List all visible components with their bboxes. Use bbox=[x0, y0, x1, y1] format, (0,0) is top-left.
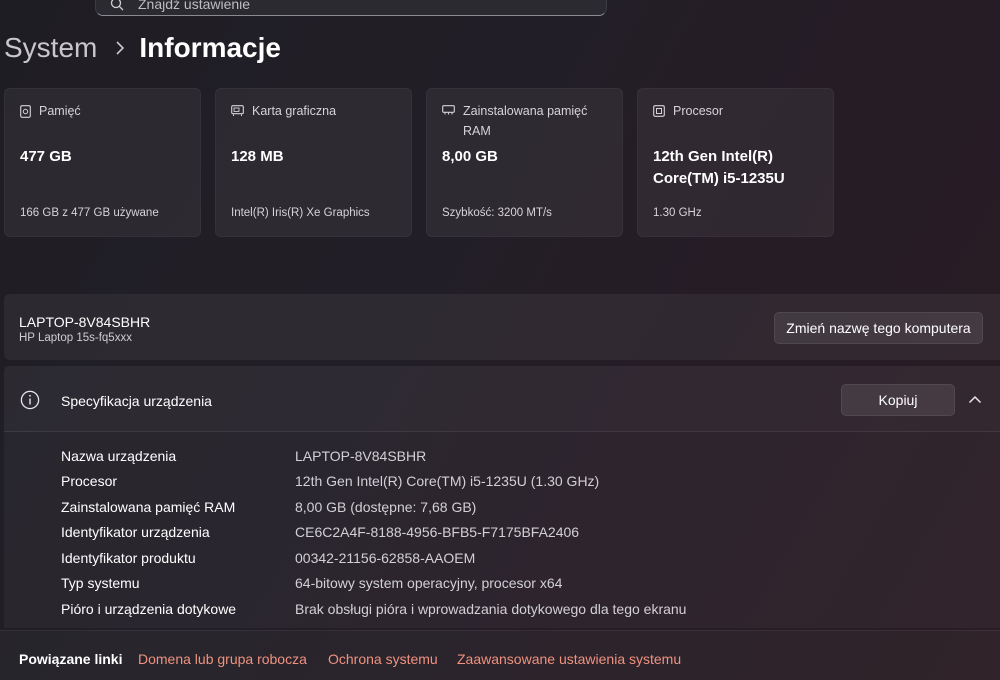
spec-value: 8,00 GB (dostępne: 7,68 GB) bbox=[295, 498, 477, 515]
rename-pc-button[interactable]: Zmień nazwę tego komputera bbox=[774, 312, 983, 344]
spec-key: Identyfikator urządzenia bbox=[61, 524, 210, 541]
card-label: Zainstalowana pamięć RAM bbox=[463, 104, 588, 138]
spec-row: Pióro i urządzenia dotykowe Brak obsługi… bbox=[61, 596, 686, 622]
search-box[interactable] bbox=[95, 0, 607, 16]
page-title: Informacje bbox=[139, 32, 281, 63]
card-value: 477 GB bbox=[20, 148, 72, 165]
link-domain-workgroup[interactable]: Domena lub grupa robocza bbox=[138, 651, 307, 667]
spec-row: Identyfikator urządzenia CE6C2A4F-8188-4… bbox=[61, 520, 686, 546]
related-links-bar: Powiązane linki Domena lub grupa robocza… bbox=[0, 630, 1000, 680]
device-specs-title: Specyfikacja urządzenia bbox=[61, 393, 212, 409]
card-value: 128 MB bbox=[231, 148, 284, 165]
spec-key: Identyfikator produktu bbox=[61, 549, 196, 566]
card-ram[interactable]: Zainstalowana pamięć RAM 8,00 GB Szybkoś… bbox=[426, 88, 623, 237]
breadcrumb: System Informacje bbox=[4, 32, 281, 64]
spec-value: 12th Gen Intel(R) Core(TM) i5-1235U (1.3… bbox=[295, 473, 600, 490]
link-advanced-system-settings[interactable]: Zaawansowane ustawienia systemu bbox=[457, 651, 681, 667]
device-model: HP Laptop 15s-fq5xxx bbox=[19, 332, 132, 344]
copy-button[interactable]: Kopiuj bbox=[841, 384, 955, 416]
spec-row: Zainstalowana pamięć RAM 8,00 GB (dostęp… bbox=[61, 494, 686, 520]
card-subtext: 166 GB z 477 GB używane bbox=[20, 207, 159, 219]
card-subtext: 1.30 GHz bbox=[653, 207, 702, 219]
card-label: Karta graficzna bbox=[252, 104, 337, 118]
card-processor[interactable]: Procesor 12th Gen Intel(R) Core(TM) i5-1… bbox=[637, 88, 834, 237]
storage-icon bbox=[20, 105, 31, 118]
spec-value: CE6C2A4F-8188-4956-BFB5-F7175BFA2406 bbox=[295, 524, 580, 541]
spec-row: Typ systemu 64-bitowy system operacyjny,… bbox=[61, 571, 686, 597]
spec-key: Pióro i urządzenia dotykowe bbox=[61, 600, 237, 617]
link-system-protection[interactable]: Ochrona systemu bbox=[328, 651, 438, 667]
related-links-title: Powiązane linki bbox=[19, 651, 123, 667]
processor-icon bbox=[653, 105, 665, 117]
chevron-up-icon[interactable] bbox=[968, 395, 982, 404]
breadcrumb-system[interactable]: System bbox=[4, 32, 97, 64]
graphics-card-icon bbox=[231, 105, 244, 116]
spec-value: 00342-21156-62858-AAOEM bbox=[295, 549, 476, 566]
search-icon bbox=[110, 0, 124, 11]
card-label: Pamięć bbox=[39, 104, 81, 118]
spec-value: LAPTOP-8V84SBHR bbox=[295, 447, 427, 464]
spec-key: Typ systemu bbox=[61, 575, 140, 592]
ram-icon bbox=[442, 105, 455, 115]
card-label: Procesor bbox=[673, 104, 724, 118]
spec-value: 64-bitowy system operacyjny, procesor x6… bbox=[295, 575, 563, 592]
device-specs-panel: Specyfikacja urządzenia Kopiuj Nazwa urz… bbox=[4, 366, 1000, 628]
card-graphics[interactable]: Karta graficzna 128 MB Intel(R) Iris(R) … bbox=[215, 88, 412, 237]
device-name: LAPTOP-8V84SBHR bbox=[19, 314, 151, 330]
chevron-right-icon bbox=[116, 41, 125, 55]
card-storage[interactable]: Pamięć 477 GB 166 GB z 477 GB używane bbox=[4, 88, 201, 237]
card-subtext: Intel(R) Iris(R) Xe Graphics bbox=[231, 207, 370, 219]
device-name-panel: LAPTOP-8V84SBHR HP Laptop 15s-fq5xxx Zmi… bbox=[4, 294, 1000, 360]
info-icon bbox=[20, 390, 40, 410]
device-specs-header[interactable]: Specyfikacja urządzenia Kopiuj bbox=[4, 366, 1000, 432]
spec-key: Zainstalowana pamięć RAM bbox=[61, 498, 236, 515]
summary-cards: Pamięć 477 GB 166 GB z 477 GB używane Ka… bbox=[4, 88, 834, 237]
spec-row: Procesor 12th Gen Intel(R) Core(TM) i5-1… bbox=[61, 469, 686, 495]
spec-key: Procesor bbox=[61, 473, 118, 490]
spec-value: Brak obsługi pióra i wprowadzania dotyko… bbox=[295, 600, 687, 617]
spec-row: Nazwa urządzenia LAPTOP-8V84SBHR bbox=[61, 443, 686, 469]
spec-row: Identyfikator produktu 00342-21156-62858… bbox=[61, 545, 686, 571]
card-value: 12th Gen Intel(R) Core(TM) i5-1235U bbox=[653, 148, 785, 187]
device-specs-list: Nazwa urządzenia LAPTOP-8V84SBHR Proceso… bbox=[61, 443, 686, 622]
card-subtext: Szybkość: 3200 MT/s bbox=[442, 207, 552, 219]
spec-key: Nazwa urządzenia bbox=[61, 447, 177, 464]
card-value: 8,00 GB bbox=[442, 148, 498, 165]
search-input[interactable] bbox=[136, 0, 540, 13]
